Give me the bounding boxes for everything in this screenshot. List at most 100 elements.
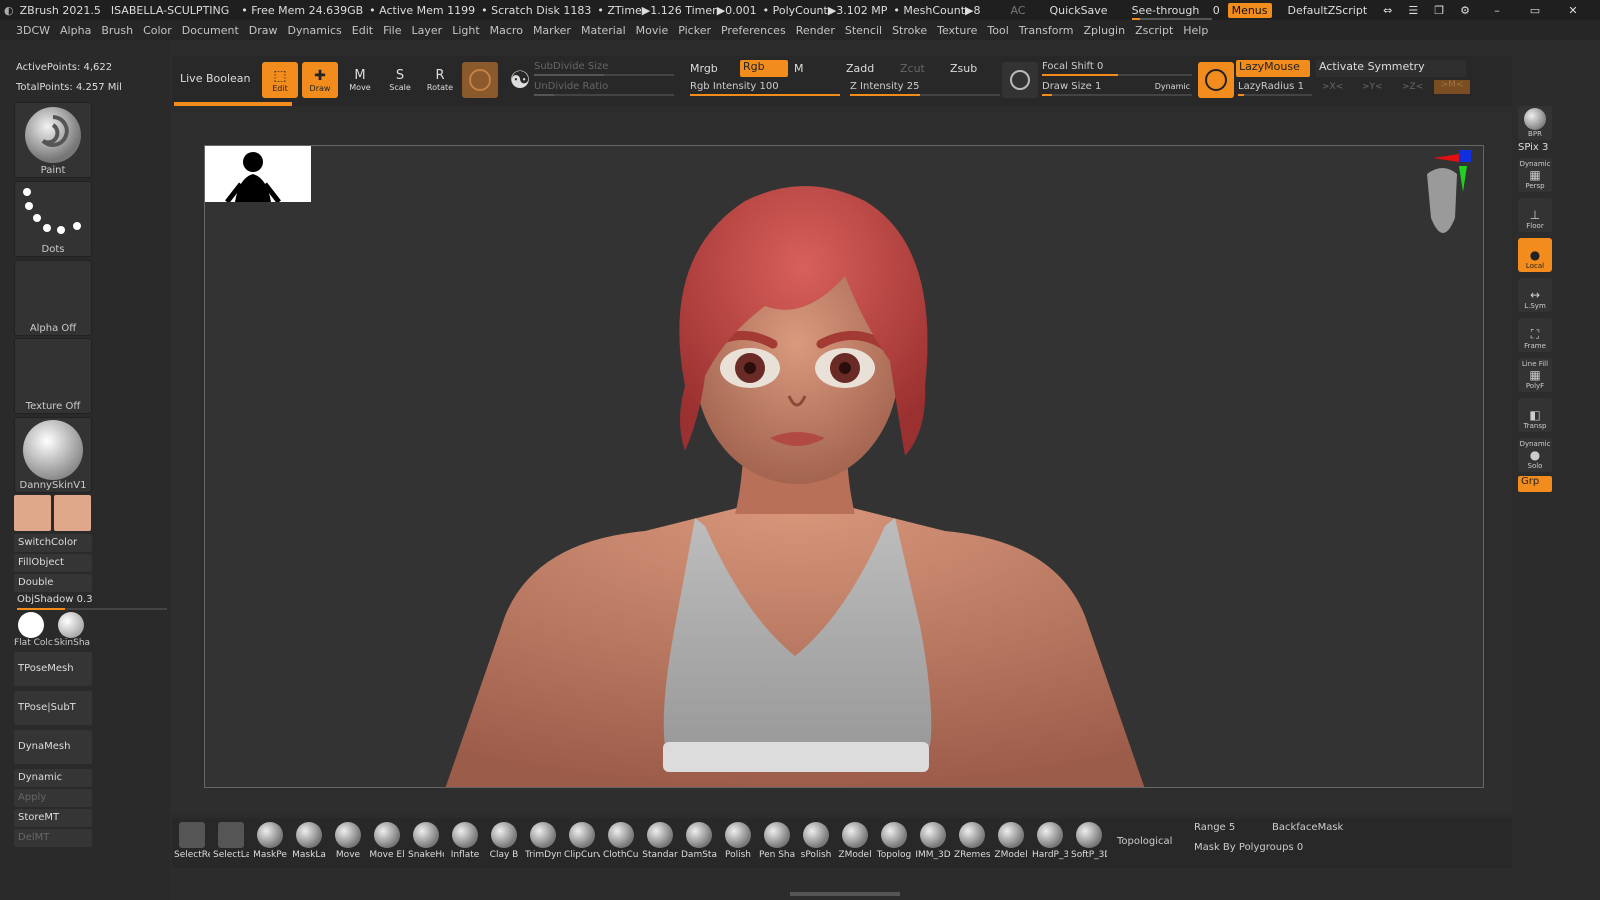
dynamesh-button[interactable]: DynaMesh (14, 730, 92, 764)
lsym-button[interactable]: ↔ L.Sym (1518, 278, 1552, 312)
brush-zmodel[interactable]: ZModel (837, 822, 873, 866)
edit-button[interactable]: ⬚ Edit (262, 62, 298, 98)
brush-selectla[interactable]: SelectLa (213, 822, 249, 866)
sculptris-pro-button[interactable]: ☯ (502, 62, 538, 98)
menu-help[interactable]: Help (1183, 24, 1208, 37)
move-button[interactable]: M Move (342, 62, 378, 98)
sym-x-button[interactable]: >X< (1322, 82, 1343, 92)
rgb-intensity-slider[interactable]: Rgb Intensity 100 (690, 80, 840, 96)
menu-marker[interactable]: Marker (533, 24, 571, 37)
flat-color-material[interactable] (18, 612, 48, 638)
brush-clothcur[interactable]: ClothCur (603, 822, 639, 866)
switch-color-button[interactable]: SwitchColor (14, 534, 92, 552)
spix-slider[interactable]: SPix 3 (1518, 142, 1548, 153)
del-mt-button[interactable]: DelMT (14, 829, 92, 847)
sym-m-button[interactable]: >M< (1434, 80, 1470, 94)
default-zscript-button[interactable]: DefaultZScript (1288, 4, 1368, 17)
alpha-thumbnail[interactable]: Alpha Off (14, 260, 92, 336)
brush-clay-b[interactable]: Clay B (486, 822, 522, 866)
menu-movie[interactable]: Movie (636, 24, 669, 37)
menu-draw[interactable]: Draw (249, 24, 278, 37)
lazymouse-button[interactable]: LazyMouse (1236, 60, 1310, 77)
persp-button[interactable]: Dynamic ▦ Persp (1518, 158, 1552, 192)
solo-button[interactable]: Dynamic ● Solo (1518, 438, 1552, 472)
menu-brush[interactable]: Brush (101, 24, 133, 37)
zadd-button[interactable]: Zadd (846, 62, 874, 75)
main-color-swatch[interactable] (14, 495, 51, 531)
polyf-button[interactable]: Line Fill ▦ PolyF (1518, 358, 1552, 392)
rgb-button[interactable]: Rgb (740, 60, 788, 77)
menu-preferences[interactable]: Preferences (721, 24, 786, 37)
frame-button[interactable]: ⛶ Frame (1518, 318, 1552, 352)
menu-file[interactable]: File (383, 24, 401, 37)
quicksave-button[interactable]: QuickSave (1041, 4, 1115, 17)
draw-button[interactable]: ✚ Draw (302, 62, 338, 98)
zsub-button[interactable]: Zsub (950, 62, 977, 75)
subdivide-size-slider[interactable]: SubDivide Size (534, 60, 674, 76)
silhouette-thumbnail[interactable] (205, 146, 311, 204)
menu-picker[interactable]: Picker (678, 24, 711, 37)
transp-button[interactable]: ◧ Transp (1518, 398, 1552, 432)
sym-y-button[interactable]: >Y< (1362, 82, 1383, 92)
menu-light[interactable]: Light (452, 24, 479, 37)
store-mt-button[interactable]: StoreMT (14, 809, 92, 827)
bpr-button[interactable]: BPR (1518, 106, 1552, 140)
zcut-button[interactable]: Zcut (900, 62, 925, 75)
skin-shade-material[interactable] (58, 612, 88, 638)
fill-object-button[interactable]: FillObject (14, 554, 92, 572)
mrgb-button[interactable]: Mrgb (690, 62, 738, 78)
menu-macro[interactable]: Macro (490, 24, 523, 37)
brush-pen-sha[interactable]: Pen Sha (759, 822, 795, 866)
undivide-ratio-slider[interactable]: UnDivide Ratio (534, 80, 674, 96)
brush-move[interactable]: Move (330, 822, 366, 866)
dynamic-toggle[interactable]: Dynamic (1155, 80, 1190, 94)
brush-selectre[interactable]: SelectRe (174, 822, 210, 866)
stroke-thumbnail[interactable]: Dots (14, 181, 92, 257)
gizmo-button[interactable] (462, 62, 498, 98)
bottom-tray-handle[interactable] (790, 892, 900, 896)
menu-dynamics[interactable]: Dynamics (288, 24, 342, 37)
menus-button[interactable]: Menus (1227, 2, 1272, 18)
menu-transform[interactable]: Transform (1019, 24, 1074, 37)
rotate-button[interactable]: R Rotate (422, 62, 458, 98)
topological-button[interactable]: Topological (1117, 836, 1172, 847)
brush-snakeho[interactable]: SnakeHo (408, 822, 444, 866)
dynamic-button[interactable]: Dynamic (14, 769, 92, 787)
menu-edit[interactable]: Edit (352, 24, 373, 37)
range-slider[interactable]: Range 5 (1194, 822, 1235, 833)
floor-button[interactable]: ⊥ Floor (1518, 198, 1552, 232)
brush-damsta[interactable]: DamSta (681, 822, 717, 866)
brush-hardp-3[interactable]: HardP_3 (1032, 822, 1068, 866)
navigation-head-gizmo[interactable] (1423, 148, 1473, 248)
menu-3dcw[interactable]: 3DCW (16, 24, 50, 37)
mask-by-polygroups-slider[interactable]: Mask By Polygroups 0 (1194, 842, 1303, 853)
grp-button[interactable]: Grp (1518, 476, 1552, 492)
brush-move-el[interactable]: Move El (369, 822, 405, 866)
maximize-icon[interactable]: ▭ (1524, 4, 1546, 17)
apply-button[interactable]: Apply (14, 789, 92, 807)
z-intensity-slider[interactable]: Z Intensity 25 (850, 80, 1000, 96)
material-thumbnail[interactable]: DannySkinV1 (14, 417, 92, 493)
activate-symmetry-button[interactable]: Activate Symmetry (1316, 60, 1466, 77)
settings-icon[interactable]: ⚙ (1460, 4, 1470, 17)
sym-z-button[interactable]: >Z< (1402, 82, 1423, 92)
palette-icon[interactable]: ☰ (1408, 4, 1418, 17)
see-through-slider[interactable]: See-through 0 (1131, 4, 1220, 20)
brush-thumbnail[interactable]: Paint (14, 102, 92, 178)
brush-zmodel[interactable]: ZModel (993, 822, 1029, 866)
menu-zscript[interactable]: Zscript (1135, 24, 1173, 37)
obj-shadow-slider[interactable]: ObjShadow 0.3 (17, 594, 167, 610)
menu-alpha[interactable]: Alpha (60, 24, 91, 37)
draw-size-d-button[interactable] (1198, 62, 1234, 98)
brush-topolog[interactable]: Topolog (876, 822, 912, 866)
brush-inflate[interactable]: Inflate (447, 822, 483, 866)
live-boolean-button[interactable]: Live Boolean (180, 72, 251, 85)
brush-clipcurv[interactable]: ClipCurv (564, 822, 600, 866)
menu-layer[interactable]: Layer (412, 24, 443, 37)
brush-standar[interactable]: Standar (642, 822, 678, 866)
brush-trimdyn[interactable]: TrimDyn (525, 822, 561, 866)
menu-zplugin[interactable]: Zplugin (1084, 24, 1126, 37)
menu-stencil[interactable]: Stencil (845, 24, 882, 37)
brush-zremes[interactable]: ZRemes (954, 822, 990, 866)
m-button[interactable]: M (794, 62, 810, 78)
